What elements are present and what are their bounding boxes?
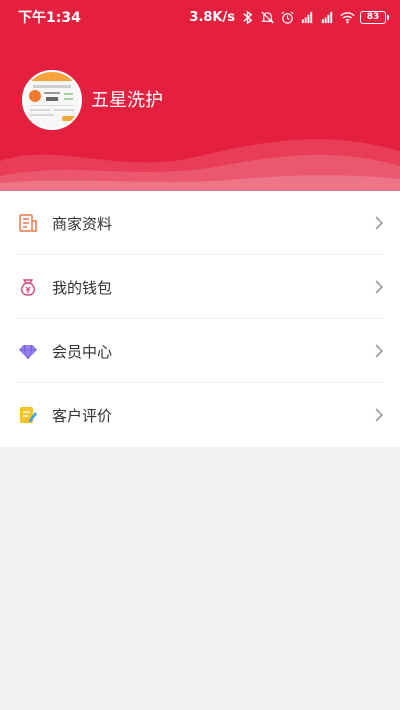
- network-speed: 3.8K/s: [189, 9, 235, 25]
- menu-item-label: 我的钱包: [52, 278, 113, 297]
- alarm-clock-icon: [281, 10, 294, 24]
- profile-header: 下午1:34 3.8K/s 83 五星洗护: [0, 0, 400, 191]
- shop-name: 五星洗护: [91, 90, 163, 111]
- chevron-right-icon: [375, 280, 384, 294]
- shop-avatar[interactable]: [22, 70, 82, 130]
- menu-item-label: 客户评价: [52, 406, 113, 425]
- review-note-icon: [18, 405, 38, 425]
- hd-signal-icon: [301, 11, 313, 23]
- hd-signal-icon: [321, 11, 333, 23]
- diamond-icon: [18, 341, 38, 361]
- status-bar: 下午1:34 3.8K/s 83: [0, 0, 400, 34]
- menu-item-merchant-info[interactable]: 商家资料: [0, 191, 400, 255]
- header-waves: [0, 139, 400, 191]
- wifi-icon: [340, 11, 355, 23]
- menu-item-label: 会员中心: [52, 342, 113, 361]
- wallet-bag-icon: [18, 277, 38, 297]
- status-icons: 3.8K/s 83: [189, 9, 389, 25]
- alarm-off-icon: [261, 10, 274, 24]
- menu-item-membership[interactable]: 会员中心: [0, 319, 400, 383]
- menu-list: 商家资料 我的钱包 会员中心 客户评价: [0, 191, 400, 447]
- status-time: 下午1:34: [18, 10, 81, 26]
- chevron-right-icon: [375, 216, 384, 230]
- bluetooth-icon: [243, 9, 253, 25]
- merchant-info-icon: [18, 213, 38, 233]
- menu-item-reviews[interactable]: 客户评价: [0, 383, 400, 447]
- battery-icon: 83: [360, 10, 389, 24]
- menu-item-wallet[interactable]: 我的钱包: [0, 255, 400, 319]
- menu-item-label: 商家资料: [52, 214, 113, 233]
- shop-avatar-image: [24, 72, 80, 128]
- chevron-right-icon: [375, 408, 384, 422]
- chevron-right-icon: [375, 344, 384, 358]
